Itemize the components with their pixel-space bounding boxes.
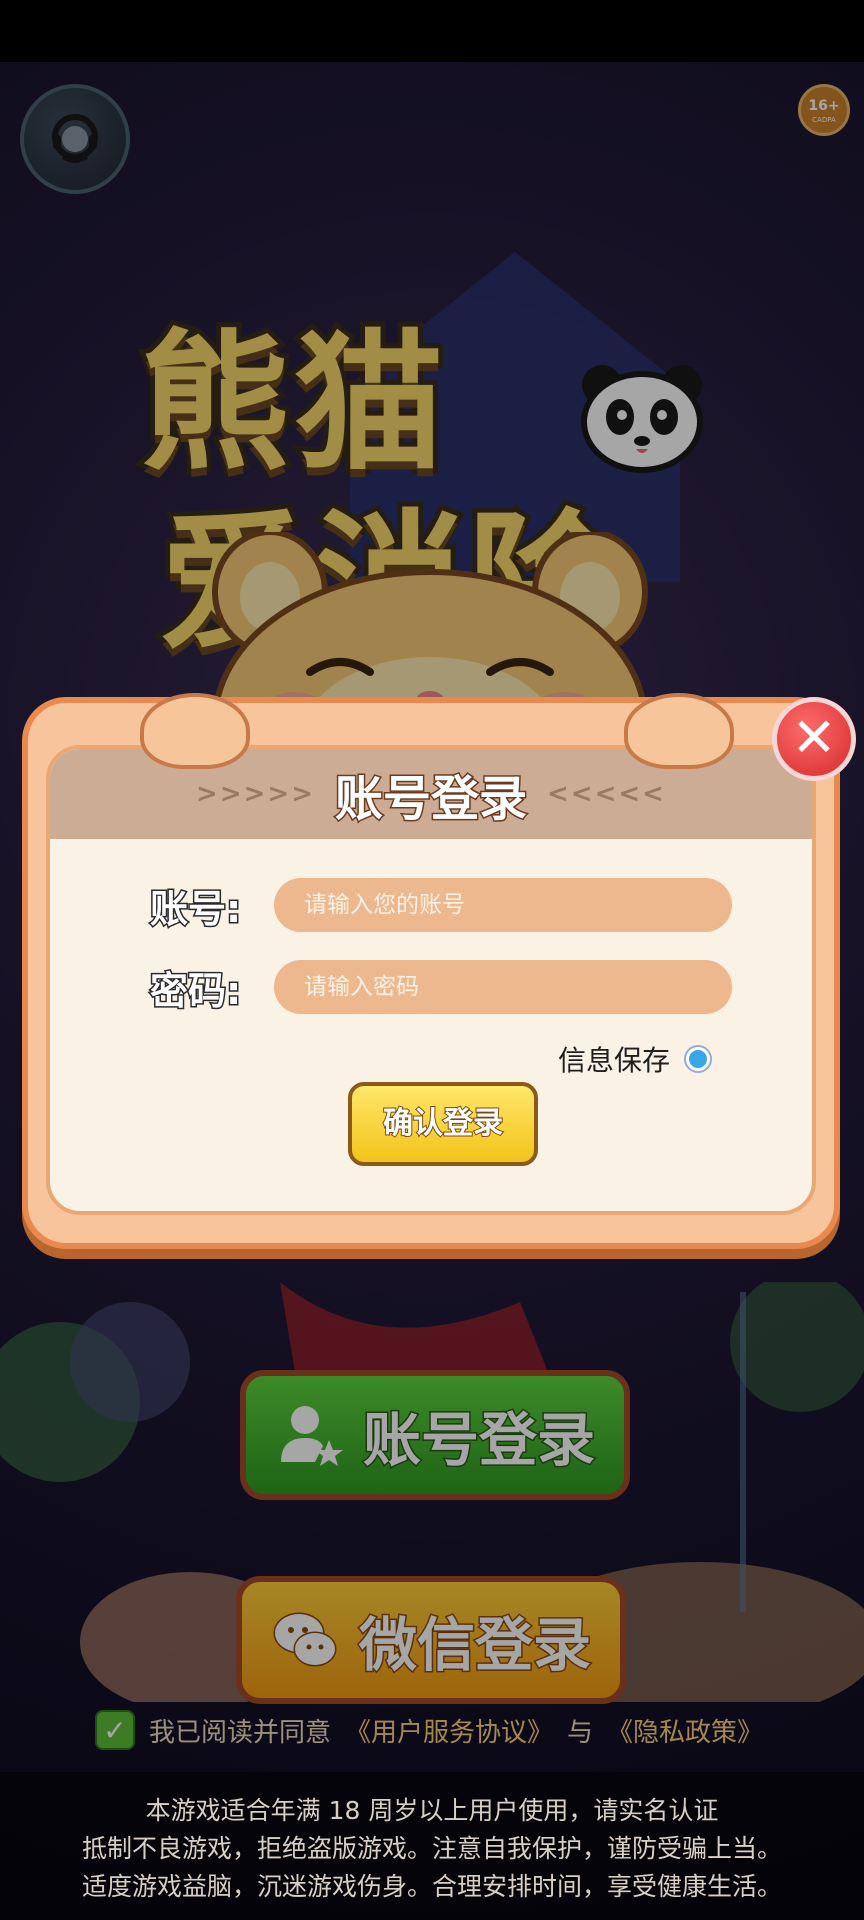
agreement-row: ✓ 我已阅读并同意 《用户服务协议》 与 《隐私政策》 <box>95 1710 763 1750</box>
user-agreement-link[interactable]: 《用户服务协议》 <box>345 1712 553 1749</box>
confirm-login-button[interactable]: 确认登录 <box>348 1082 538 1166</box>
password-input[interactable] <box>274 960 732 1014</box>
header-arrows-right: <<<<< <box>547 779 666 809</box>
agreement-prefix: 我已阅读并同意 <box>149 1717 332 1748</box>
check-icon: ✓ <box>103 1713 127 1747</box>
remember-info-option[interactable]: 信息保存 <box>558 1039 713 1079</box>
privacy-policy-link[interactable]: 《隐私政策》 <box>607 1712 763 1749</box>
dialog-title: 账号登录 <box>333 770 528 829</box>
account-input[interactable] <box>274 878 732 932</box>
wechat-login-button[interactable]: 微信登录 <box>236 1576 626 1704</box>
panda-icon <box>581 365 703 473</box>
password-label: 密码: <box>149 967 243 1014</box>
user-star-icon <box>280 1406 343 1466</box>
age-rating-text: 16+ <box>808 98 840 114</box>
account-login-button[interactable]: 账号登录 <box>240 1370 630 1500</box>
account-label: 账号: <box>149 885 243 932</box>
login-dialog: >>>>> 账号登录 <<<<< 账号: 密码: 信息保存 确认登录 ✕ <box>22 693 856 1249</box>
health-notice: 本游戏适合年满 18 周岁以上用户使用，请实名认证 抵制不良游戏，拒绝盗版游戏。… <box>0 1772 864 1920</box>
agreement-checkbox[interactable]: ✓ <box>95 1710 135 1750</box>
notice-line: 抵制不良游戏，拒绝盗版游戏。注意自我保护，谨防受骗上当。 <box>81 1834 782 1863</box>
login-dialog-body: >>>>> 账号登录 <<<<< 账号: 密码: 信息保存 确认登录 <box>46 745 816 1215</box>
wechat-login-label: 微信登录 <box>357 1610 592 1681</box>
hamster-paw-left <box>140 693 250 769</box>
header-arrows-left: >>>>> <box>196 779 315 809</box>
close-icon: ✕ <box>791 706 837 769</box>
account-field-row: 账号: <box>50 877 812 933</box>
notice-line: 适度游戏益脑，沉迷游戏伤身。合理安排时间，享受健康生活。 <box>81 1872 782 1901</box>
account-login-label: 账号登录 <box>361 1405 596 1476</box>
notice-line: 本游戏适合年满 18 周岁以上用户使用，请实名认证 <box>145 1796 719 1825</box>
remember-info-radio[interactable] <box>684 1045 713 1073</box>
password-field-row: 密码: <box>50 959 812 1015</box>
agreement-joiner: 与 <box>567 1717 594 1748</box>
wechat-icon <box>273 1612 337 1667</box>
remember-info-label: 信息保存 <box>558 1044 671 1077</box>
close-dialog-button[interactable]: ✕ <box>772 697 856 781</box>
age-rating-subtext: CADPA <box>812 116 836 124</box>
customer-service-button[interactable] <box>20 84 130 194</box>
hamster-paw-right <box>624 693 734 769</box>
headset-icon <box>52 114 98 163</box>
age-rating-badge: 16+ CADPA <box>798 84 850 136</box>
